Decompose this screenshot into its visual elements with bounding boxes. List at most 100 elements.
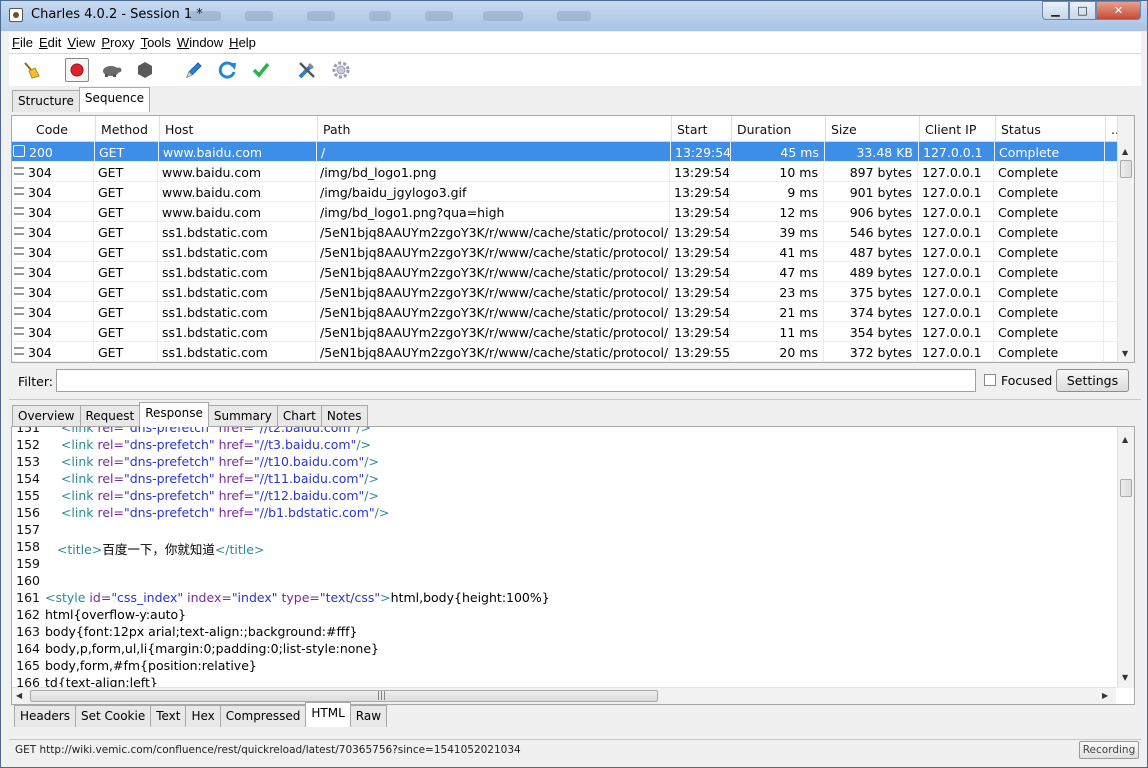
scroll-down-icon[interactable]: ▼ bbox=[1122, 673, 1128, 682]
menu-edit[interactable]: Edit bbox=[36, 35, 64, 50]
tab-request[interactable]: Request bbox=[79, 405, 141, 427]
scroll-thumb[interactable] bbox=[1120, 160, 1132, 178]
token-attr: rel= bbox=[97, 454, 124, 469]
table-row[interactable]: 304 GET ss1.bdstatic.com/5eN1bjq8AAUYm2zgo… bbox=[12, 282, 1118, 302]
table-row[interactable]: 304 GET ss1.bdstatic.com/5eN1bjq8AAUYm2zgo… bbox=[12, 222, 1118, 242]
tab-compressed[interactable]: Compressed bbox=[219, 705, 307, 727]
tools-button[interactable] bbox=[295, 58, 319, 82]
tab-headers[interactable]: Headers bbox=[14, 705, 76, 727]
tab-response[interactable]: Response bbox=[139, 402, 209, 427]
recording-button[interactable]: Recording bbox=[1079, 741, 1139, 759]
table-cell: 304 bbox=[24, 182, 94, 201]
table-cell: www.baidu.com bbox=[158, 202, 316, 221]
repeat-button[interactable] bbox=[215, 58, 239, 82]
column-header[interactable]: Client IP bbox=[920, 116, 996, 141]
table-row[interactable]: 304 GET www.baidu.com/img/bd_logo1.png?qua… bbox=[12, 202, 1118, 222]
column-header[interactable]: Status bbox=[996, 116, 1106, 141]
column-header[interactable]: Method bbox=[96, 116, 160, 141]
source-line: 163 body{font:12px arial;text-align:;back… bbox=[12, 624, 1116, 641]
table-cell: Complete bbox=[994, 282, 1104, 301]
scroll-up-icon[interactable]: ▲ bbox=[1122, 435, 1128, 444]
column-header[interactable]: Host bbox=[160, 116, 318, 141]
tab-chart[interactable]: Chart bbox=[276, 405, 322, 427]
tab-sequence[interactable]: Sequence bbox=[78, 87, 151, 112]
tab-summary[interactable]: Summary bbox=[207, 405, 278, 427]
blurred-taskbar-text bbox=[189, 11, 221, 21]
menu-view[interactable]: View bbox=[64, 35, 98, 50]
tab-html[interactable]: HTML bbox=[305, 702, 351, 727]
scroll-down-icon[interactable]: ▼ bbox=[1122, 349, 1128, 358]
scroll-thumb[interactable] bbox=[1120, 479, 1132, 497]
tab-raw[interactable]: Raw bbox=[349, 705, 388, 727]
menu-bar: File Edit View Proxy Tools Window Help bbox=[9, 32, 1141, 54]
validate-button[interactable] bbox=[249, 58, 273, 82]
filter-input[interactable] bbox=[56, 369, 976, 392]
title-bar[interactable]: Charles 4.0.2 - Session 1 * ▁ □ ✕ bbox=[1, 1, 1147, 31]
table-cell: 127.0.0.1 bbox=[918, 342, 994, 361]
maximize-button[interactable]: □ bbox=[1069, 1, 1096, 20]
table-cell: 127.0.0.1 bbox=[918, 262, 994, 281]
request-lines-icon bbox=[14, 267, 24, 275]
table-row[interactable]: 304 GET ss1.bdstatic.com/5eN1bjq8AAUYm2zgo… bbox=[12, 342, 1118, 362]
token-attr: rel= bbox=[97, 505, 124, 520]
table-cell: GET bbox=[94, 342, 158, 361]
minimize-button[interactable]: ▁ bbox=[1042, 1, 1069, 20]
line-source: <link rel="dns-prefetch" href="//t12.bai… bbox=[45, 488, 379, 505]
record-button[interactable] bbox=[65, 58, 89, 82]
filter-label: Filter: bbox=[18, 374, 53, 389]
table-row[interactable]: 304 GET ss1.bdstatic.com/5eN1bjq8AAUYm2zgo… bbox=[12, 322, 1118, 342]
table-row[interactable]: 304 GET ss1.bdstatic.com/5eN1bjq8AAUYm2zgo… bbox=[12, 262, 1118, 282]
tab-text[interactable]: Text bbox=[150, 705, 187, 727]
menu-file[interactable]: File bbox=[9, 35, 36, 50]
settings-button[interactable] bbox=[329, 58, 353, 82]
scroll-up-icon[interactable]: ▲ bbox=[1122, 147, 1128, 156]
table-row[interactable]: 304 GET www.baidu.com/img/baidu_jgylogo3.g… bbox=[12, 182, 1118, 202]
focused-checkbox[interactable] bbox=[984, 374, 996, 386]
menu-help[interactable]: Help bbox=[226, 35, 259, 50]
line-number: 154 bbox=[16, 471, 40, 486]
scroll-left-icon[interactable]: ◀ bbox=[16, 691, 22, 700]
column-header[interactable]: Duration bbox=[732, 116, 826, 141]
tab-overview[interactable]: Overview bbox=[12, 405, 81, 427]
tab-set-cookie[interactable]: Set Cookie bbox=[74, 705, 152, 727]
tab-structure[interactable]: Structure bbox=[12, 90, 80, 112]
menu-window[interactable]: Window bbox=[174, 35, 226, 50]
menu-tools[interactable]: Tools bbox=[138, 35, 174, 50]
response-horizontal-scrollbar[interactable]: ◀ ||| ▶ bbox=[12, 687, 1116, 704]
close-button[interactable]: ✕ bbox=[1096, 1, 1141, 20]
tab-hex[interactable]: Hex bbox=[185, 705, 221, 727]
source-line: 157 bbox=[12, 522, 1116, 539]
focused-label: Focused bbox=[1001, 373, 1053, 388]
table-vertical-scrollbar[interactable]: ▲ ▼ bbox=[1117, 116, 1134, 362]
menu-proxy[interactable]: Proxy bbox=[98, 35, 137, 50]
tab-notes[interactable]: Notes bbox=[320, 405, 368, 427]
table-cell: 372 bytes bbox=[824, 342, 918, 361]
table-cell: www.baidu.com bbox=[159, 142, 317, 161]
table-row[interactable]: 304 GET www.baidu.com/img/bd_logo1.png 13:2… bbox=[12, 162, 1118, 182]
filter-settings-button[interactable]: Settings bbox=[1056, 369, 1129, 392]
table-row[interactable]: 304 GET ss1.bdstatic.com/5eN1bjq8AAUYm2zgo… bbox=[12, 302, 1118, 322]
breakpoint-hexagon-icon bbox=[138, 62, 152, 78]
response-vertical-scrollbar[interactable]: ▲ ▼ bbox=[1117, 427, 1134, 688]
column-header[interactable]: Code bbox=[12, 116, 96, 141]
line-number: 161 bbox=[16, 590, 40, 605]
compose-button[interactable] bbox=[181, 58, 205, 82]
scroll-thumb[interactable]: ||| bbox=[30, 690, 658, 702]
token-plain: body,p,form,ul,li{margin:0;padding:0;lis… bbox=[45, 641, 380, 656]
detail-tabs: Overview Request Response Summary Chart … bbox=[12, 402, 368, 427]
scroll-right-icon[interactable]: ▶ bbox=[1102, 691, 1108, 700]
column-header[interactable]: Start bbox=[672, 116, 732, 141]
table-row[interactable]: 200 GET www.baidu.com/13:29:54 45 ms 33.48 K… bbox=[12, 142, 1118, 162]
table-cell: 33.48 KB bbox=[825, 142, 919, 161]
table-cell: 354 bytes bbox=[824, 322, 918, 341]
pane-splitter[interactable] bbox=[9, 399, 1141, 401]
table-row[interactable]: 304 GET ss1.bdstatic.com/5eN1bjq8AAUYm2zgo… bbox=[12, 242, 1118, 262]
throttle-button[interactable] bbox=[99, 58, 123, 82]
breakpoints-button[interactable] bbox=[133, 58, 157, 82]
clear-session-button[interactable] bbox=[19, 58, 43, 82]
table-cell: 304 bbox=[24, 222, 94, 241]
table-cell: 9 ms bbox=[730, 182, 824, 201]
column-header[interactable]: Size bbox=[826, 116, 920, 141]
column-header[interactable]: Path bbox=[318, 116, 672, 141]
response-viewer[interactable]: 151 <link rel="dns-prefetch" href="//t2.… bbox=[11, 426, 1135, 705]
